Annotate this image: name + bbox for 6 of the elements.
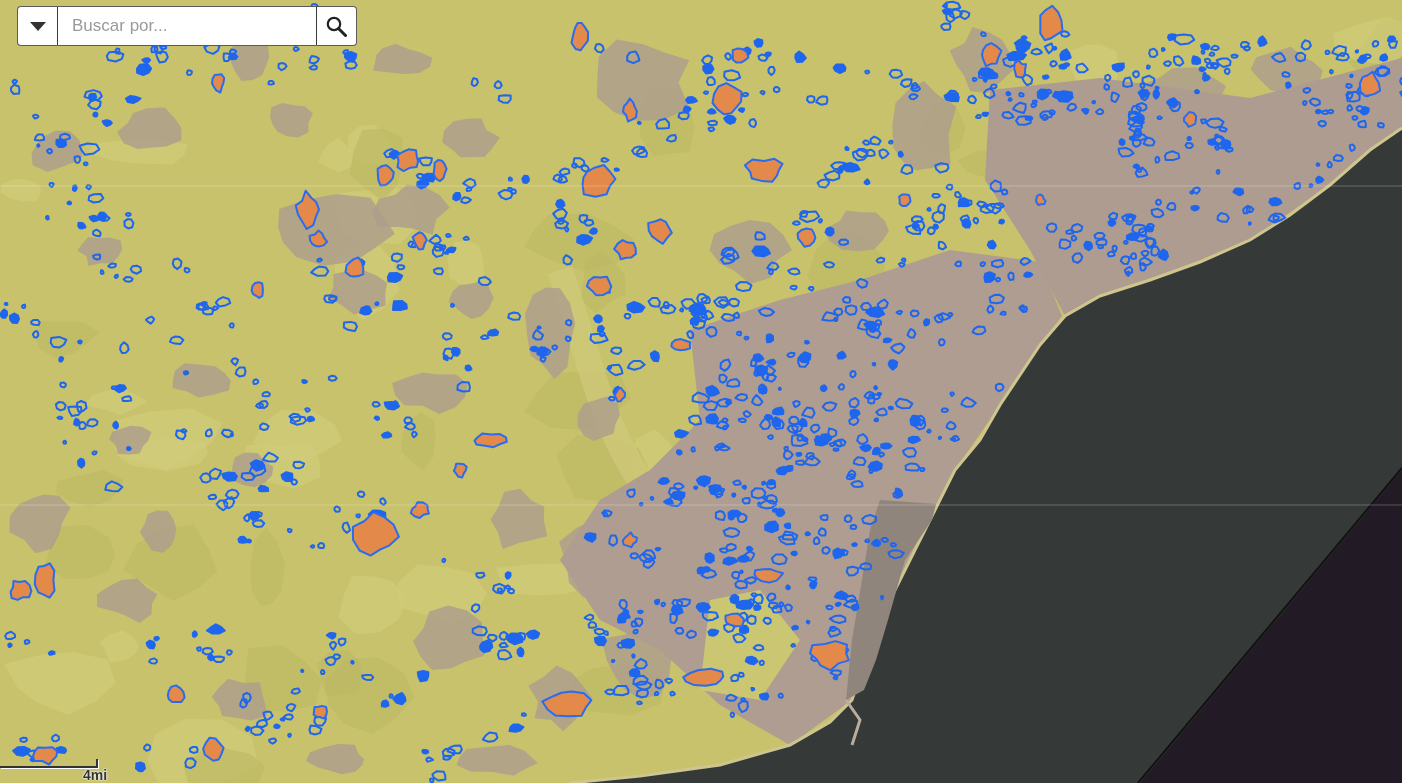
search-button[interactable] — [316, 6, 357, 46]
caret-icon — [29, 21, 46, 31]
search-icon — [326, 15, 347, 37]
search-field[interactable]: Buscar por... — [58, 6, 316, 46]
scale-label: 4mi — [83, 768, 108, 783]
dropdown-button[interactable] — [17, 6, 58, 46]
